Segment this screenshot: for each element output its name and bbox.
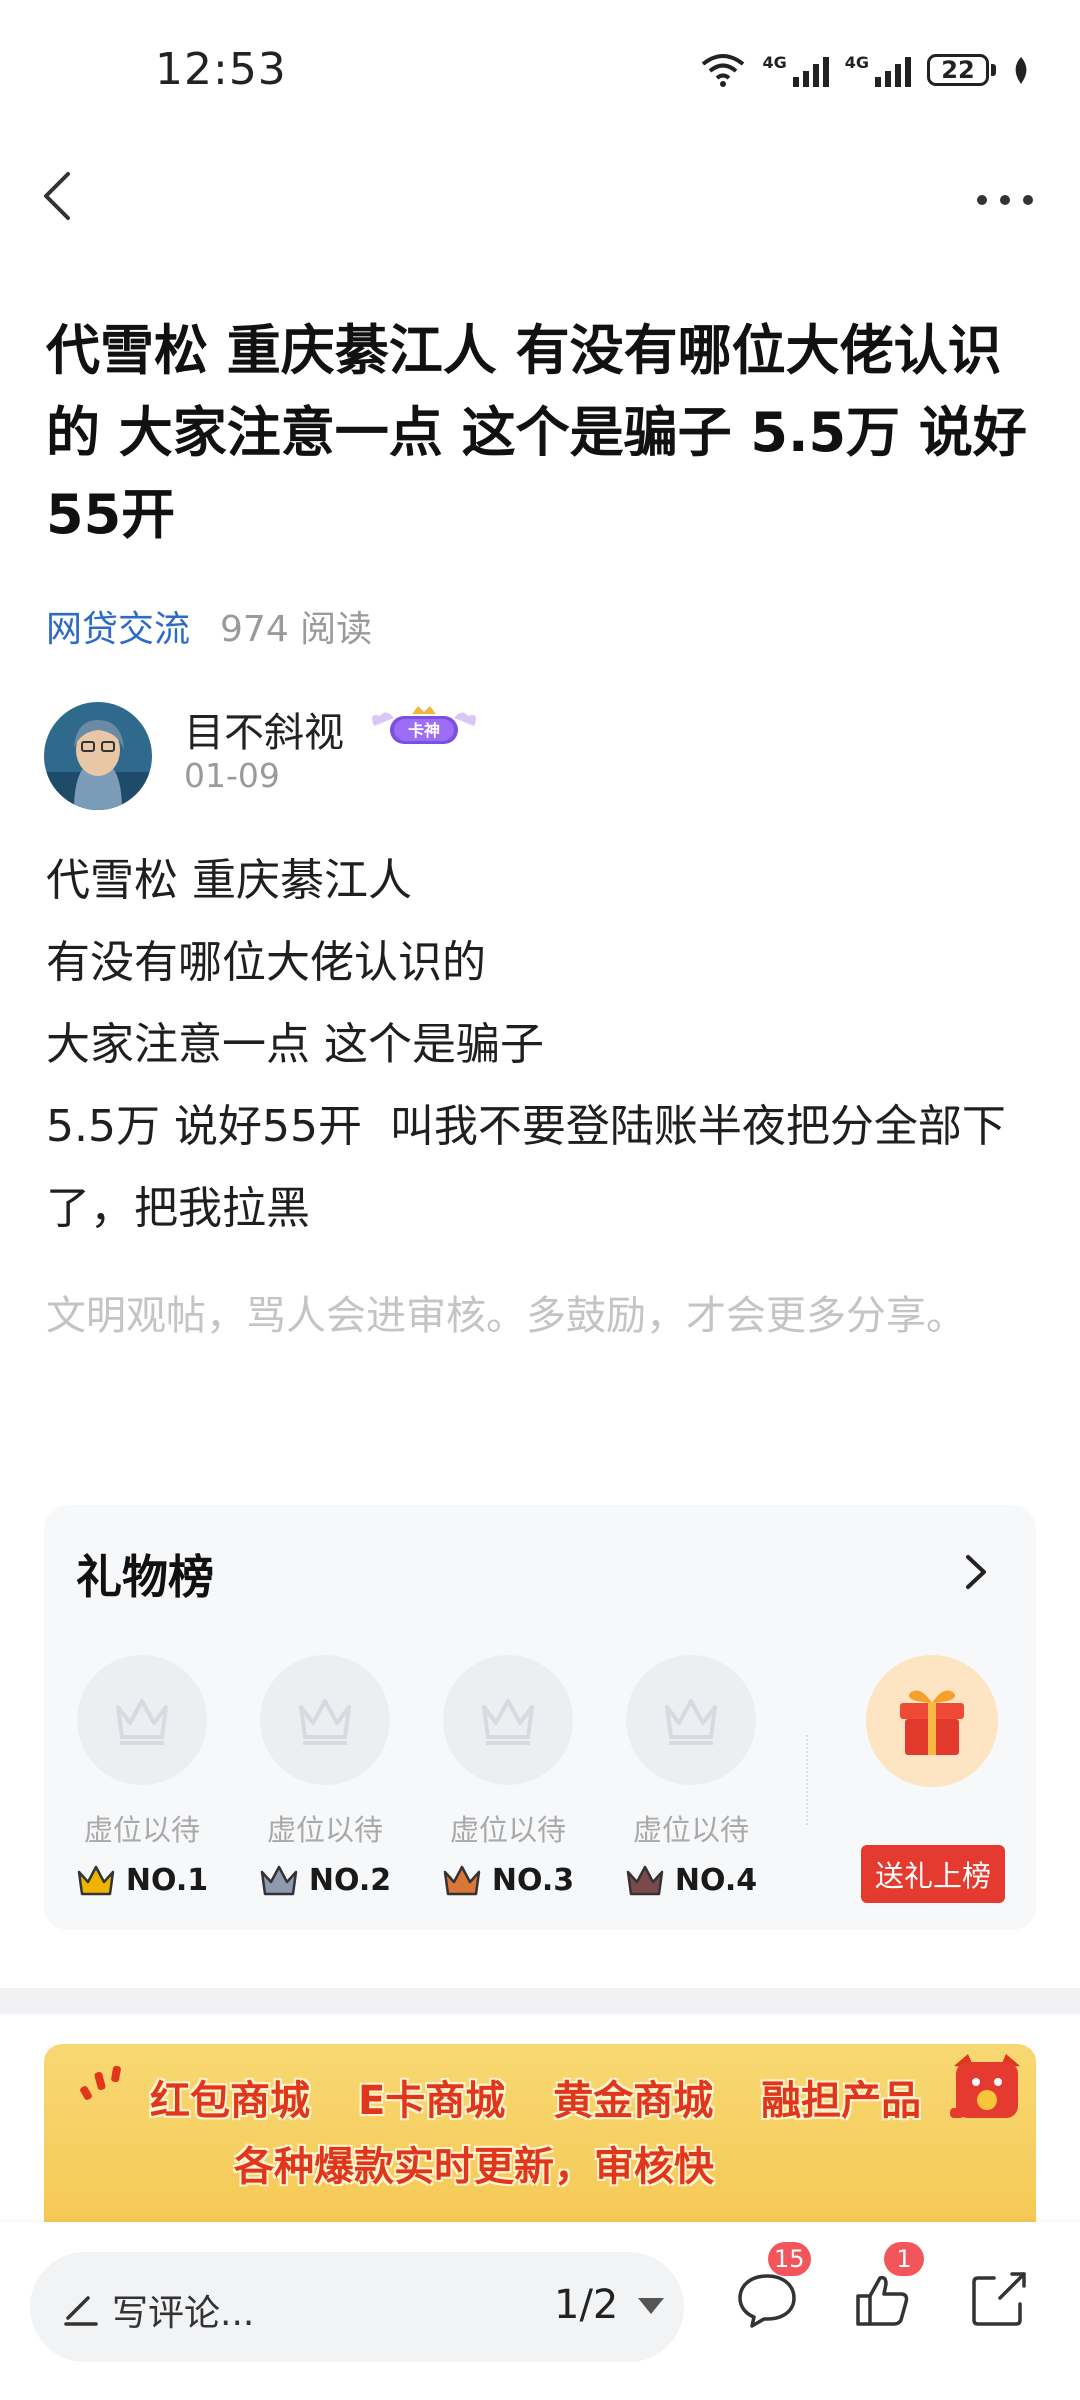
send-gift-button[interactable]: 送礼上榜 [861, 1845, 1005, 1903]
crown-outline-icon [482, 1699, 534, 1745]
crown-rank-3-icon [443, 1865, 481, 1895]
avatar-image [44, 702, 152, 810]
share-button[interactable] [964, 2264, 1034, 2334]
status-bar: 12:53 4G 4G 22 [0, 0, 1080, 140]
content-line: 代雪松 重庆綦江人 [46, 855, 412, 906]
crown-outline-icon [299, 1699, 351, 1745]
signal-type-label: 4G [762, 53, 787, 72]
slot-rank: NO.4 [621, 1863, 761, 1898]
battery-level: 22 [941, 56, 975, 84]
gift-board-title: 礼物榜 [76, 1550, 214, 1604]
banner-link-red-packet-mall[interactable]: 红包商城 [150, 2078, 310, 2124]
banner-link-gold-mall[interactable]: 黄金商城 [553, 2078, 713, 2124]
read-count: 974 阅读 [220, 609, 373, 650]
signal-type-label: 4G [844, 53, 869, 72]
post-date: 01-09 [184, 756, 280, 795]
wifi-icon [702, 54, 745, 87]
card-god-badge-icon: 卡神 [372, 706, 476, 744]
gift-slot-2[interactable]: 虚位以待 NO.2 [255, 1655, 395, 1898]
author-level-badge: 卡神 [368, 702, 480, 754]
crown-rank-4-icon [626, 1865, 664, 1895]
post-meta: 网贷交流 974 阅读 [46, 600, 372, 652]
like-count-badge: 1 [884, 2242, 924, 2276]
gift-slot-3[interactable]: 虚位以待 NO.3 [438, 1655, 578, 1898]
slot-label: 虚位以待 [632, 1813, 749, 1847]
send-gift-icon-button[interactable] [866, 1655, 998, 1787]
rank-text: NO.3 [491, 1863, 575, 1898]
red-envelope-mascot-icon [950, 2054, 1020, 2118]
share-icon [972, 2272, 1026, 2326]
gift-box-icon [900, 1690, 964, 1755]
section-divider [0, 1988, 1080, 2014]
slot-label: 虚位以待 [83, 1813, 200, 1847]
chevron-right-icon [966, 1555, 986, 1589]
banner-link-ecard-mall[interactable]: E卡商城 [358, 2078, 505, 2124]
battery-icon: 22 [927, 54, 989, 86]
promo-banner[interactable]: 红包商城 E卡商城 黄金商城 融担产品 各种爆款实时更新，审核快 [44, 2044, 1036, 2224]
comment-count-badge: 15 [768, 2242, 811, 2276]
empty-slot-circle [443, 1655, 573, 1785]
pencil-icon [64, 2296, 98, 2326]
rank-text: NO.2 [308, 1863, 392, 1898]
bottom-action-bar: 写评论... 1/2 15 1 [0, 2222, 1080, 2400]
badge-text: 卡神 [408, 721, 440, 740]
empty-slot-circle [260, 1655, 390, 1785]
cell-signal-icon: 4G [762, 53, 829, 87]
content-line: 5.5万 说好55开 叫我不要登陆账半夜把分全部下了，把我拉黑 [46, 1101, 1006, 1234]
gift-slot-4[interactable]: 虚位以待 NO.4 [621, 1655, 761, 1898]
post-title: 代雪松 重庆綦江人 有没有哪位大佬认识的 大家注意一点 这个是骗子 5.5万 说… [46, 319, 1027, 546]
comment-button[interactable]: 15 [732, 2242, 811, 2334]
rank-text: NO.1 [125, 1863, 209, 1898]
back-button[interactable] [24, 160, 94, 230]
sparkle-icon [80, 2065, 121, 2100]
slot-rank: NO.2 [255, 1863, 395, 1898]
chevron-left-icon [44, 172, 70, 220]
category-link[interactable]: 网贷交流 [46, 600, 190, 652]
comment-input[interactable]: 写评论... 1/2 [30, 2252, 684, 2362]
content-line: 大家注意一点 这个是骗子 [46, 1019, 544, 1070]
post-content: 代雪松 重庆綦江人 有没有哪位大佬认识的 大家注意一点 这个是骗子 5.5万 说… [46, 840, 1046, 1250]
crown-rank-2-icon [260, 1865, 298, 1895]
gift-board-divider [806, 1735, 808, 1825]
banner-link-guarantee-products[interactable]: 融担产品 [761, 2078, 921, 2124]
gift-board-more-button[interactable] [956, 1547, 996, 1597]
slot-label: 虚位以待 [449, 1813, 566, 1847]
like-button[interactable]: 1 [848, 2242, 924, 2334]
empty-slot-circle [626, 1655, 756, 1785]
crown-rank-1-icon [77, 1865, 115, 1895]
more-dots-icon [977, 195, 1033, 205]
slot-rank: NO.1 [72, 1863, 212, 1898]
page-indicator[interactable]: 1/2 [554, 2282, 618, 2328]
slot-rank: NO.3 [438, 1863, 578, 1898]
crown-outline-icon [665, 1699, 717, 1745]
civility-notice: 文明观帖，骂人会进审核。多鼓励，才会更多分享。 [46, 1293, 966, 1339]
content-line: 有没有哪位大佬认识的 [46, 937, 486, 988]
author-name[interactable]: 目不斜视 [184, 700, 344, 758]
crown-outline-icon [116, 1699, 168, 1745]
gift-slot-1[interactable]: 虚位以待 NO.1 [72, 1655, 212, 1898]
gift-board: 礼物榜 虚位以待 NO.1 虚位以待 NO.2 虚位以待 NO.3 虚位以待 N… [44, 1505, 1036, 1930]
banner-links: 红包商城 E卡商城 黄金商城 融担产品 [150, 2068, 955, 2126]
leaf-icon [1015, 57, 1027, 84]
more-options-button[interactable] [970, 175, 1040, 225]
battery-cap-icon [991, 64, 996, 76]
status-time: 12:53 [155, 44, 287, 95]
comment-placeholder: 写评论... [112, 2293, 255, 2334]
caret-down-icon[interactable] [638, 2298, 664, 2314]
author-avatar[interactable] [44, 702, 152, 810]
status-icons: 4G 4G 22 [700, 52, 1030, 88]
cell-signal-icon: 4G [845, 53, 911, 87]
banner-slogan: 各种爆款实时更新，审核快 [234, 2144, 714, 2190]
slot-label: 虚位以待 [266, 1813, 383, 1847]
empty-slot-circle [77, 1655, 207, 1785]
rank-text: NO.4 [674, 1863, 758, 1898]
